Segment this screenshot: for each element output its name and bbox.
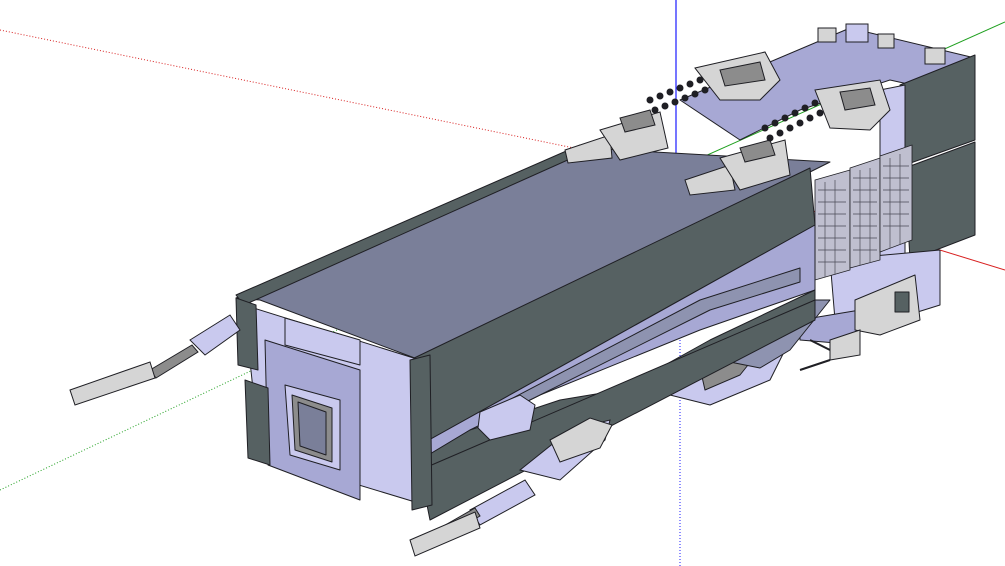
bow-side-plate-lower (244, 379, 271, 466)
engine-window (894, 291, 910, 313)
3d-viewport[interactable] (0, 0, 1005, 566)
prong-upper-rod (149, 344, 199, 379)
bow-right-plate (409, 354, 433, 511)
bow-side-plate-upper (235, 297, 259, 371)
model-canvas[interactable] (0, 0, 1005, 566)
prong-lower-tip (409, 511, 481, 557)
prong-upper-tip (69, 361, 156, 406)
prong-upper-base (189, 314, 241, 356)
